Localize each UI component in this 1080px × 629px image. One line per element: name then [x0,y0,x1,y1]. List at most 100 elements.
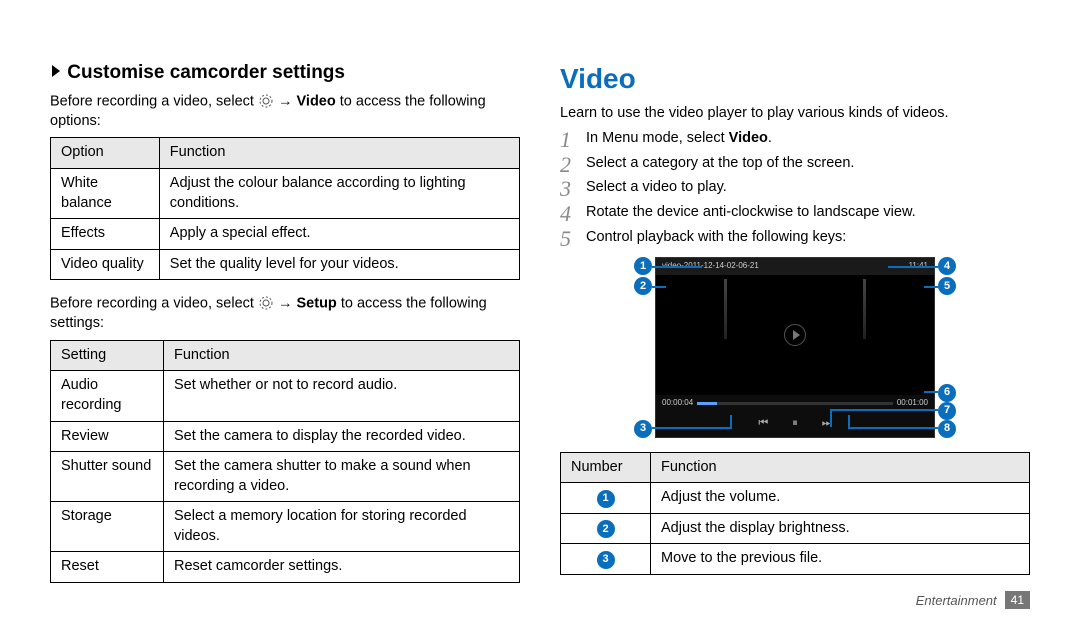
table-row: EffectsApply a special effect. [51,219,520,250]
options-intro: Before recording a video, select → Video… [50,92,520,132]
video-player-diagram: video-2011-12-14-02-06-21 11:41 00:00:04… [590,257,1000,437]
cell: Effects [51,219,160,250]
list-item: In Menu mode, select Video. [560,129,1030,149]
list-item: Select a video to play. [560,178,1030,198]
settings-table: Setting Function Audio recordingSet whet… [50,340,520,583]
text: Control playback with the following keys… [586,229,846,245]
table-row: Audio recordingSet whether or not to rec… [51,371,520,421]
number-badge: 2 [597,520,615,538]
chapter-name: Entertainment [916,593,997,608]
table-row: Video qualitySet the quality level for y… [51,249,520,280]
text: . [768,130,772,146]
col-setting: Setting [51,340,164,371]
callout-3: 3 [634,420,652,438]
text: In Menu mode, select [586,130,729,146]
list-item: Control playback with the following keys… [560,228,1030,248]
col-number: Number [561,452,651,483]
time-elapsed: 00:00:04 [662,398,693,409]
cell: Apply a special effect. [159,219,519,250]
player-screen [656,275,934,395]
cell: Shutter sound [51,452,164,502]
leader-line [830,409,938,411]
cell-number: 3 [561,544,651,575]
leader-line [924,286,938,288]
table-row: 2 Adjust the display brightness. [561,513,1030,544]
table-row: White balanceAdjust the colour balance a… [51,168,520,218]
progress-bar [697,402,893,405]
cell: Review [51,421,164,452]
text: Select a video to play. [586,179,727,195]
table-row: Shutter soundSet the camera shutter to m… [51,452,520,502]
table-row: 1 Adjust the volume. [561,483,1030,514]
callout-1: 1 [634,257,652,275]
callout-2: 2 [634,277,652,295]
number-badge: 1 [597,490,615,508]
table-row: ReviewSet the camera to display the reco… [51,421,520,452]
cell: Reset camcorder settings. [164,552,520,583]
options-table: Option Function White balanceAdjust the … [50,137,520,280]
overlay-bar [863,279,866,339]
leader-line [652,427,732,429]
subsection-heading: Customise camcorder settings [50,60,520,86]
leader-line [888,266,938,268]
text: Before recording a video, select [50,296,258,312]
cell: Adjust the colour balance according to l… [159,168,519,218]
leader-line [848,415,850,429]
callout-6: 6 [938,384,956,402]
page-number: 41 [1005,591,1030,609]
prev-icon: ⏮ [758,416,768,431]
leader-line [848,427,938,429]
leader-line [652,266,702,268]
list-item: Rotate the device anti-clockwise to land… [560,203,1030,223]
cell: Set the quality level for your videos. [159,249,519,280]
bold-setup: Setup [297,296,337,312]
left-column: Customise camcorder settings Before reco… [50,60,520,599]
playback-controls: ⏮ ⏸ ⏭ [656,412,934,437]
table-row: 3 Move to the previous file. [561,544,1030,575]
text: Select a category at the top of the scre… [586,155,854,171]
leader-line [924,391,938,393]
steps-list: In Menu mode, select Video. Select a cat… [560,129,1030,247]
overlay-bar [724,279,727,339]
subsection-title: Customise camcorder settings [67,62,345,83]
cell: White balance [51,168,160,218]
col-function: Function [164,340,520,371]
text: Before recording a video, select [50,93,258,109]
page: Customise camcorder settings Before reco… [0,0,1080,629]
cell-function: Adjust the volume. [651,483,1030,514]
table-row: ResetReset camcorder settings. [51,552,520,583]
bold-video: Video [297,93,336,109]
cell: Audio recording [51,371,164,421]
cell: Select a memory location for storing rec… [164,502,520,552]
cell-number: 2 [561,513,651,544]
chevron-right-icon [50,60,62,86]
section-lead: Learn to use the video player to play va… [560,104,1030,124]
callout-8: 8 [938,420,956,438]
callout-5: 5 [938,277,956,295]
col-option: Option [51,138,160,169]
table-row: StorageSelect a memory location for stor… [51,502,520,552]
col-function: Function [159,138,519,169]
leader-line [730,415,732,429]
bold: Video [729,130,768,146]
callout-legend-table: Number Function 1 Adjust the volume. 2 A… [560,452,1030,575]
text: Rotate the device anti-clockwise to land… [586,204,916,220]
list-item: Select a category at the top of the scre… [560,154,1030,174]
cell: Set the camera shutter to make a sound w… [164,452,520,502]
number-badge: 3 [597,551,615,569]
cell: Set whether or not to record audio. [164,371,520,421]
cell: Storage [51,502,164,552]
section-title: Video [560,60,1030,98]
gear-icon [258,92,274,112]
arrow-glyph: → [278,296,297,312]
col-function: Function [651,452,1030,483]
arrow-glyph: → [278,93,297,109]
cell-number: 1 [561,483,651,514]
cell: Set the camera to display the recorded v… [164,421,520,452]
cell: Video quality [51,249,160,280]
cell: Reset [51,552,164,583]
cell-function: Adjust the display brightness. [651,513,1030,544]
right-column: Video Learn to use the video player to p… [560,60,1030,599]
pause-icon: ⏸ [792,416,798,431]
page-footer: Entertainment 41 [916,591,1030,609]
